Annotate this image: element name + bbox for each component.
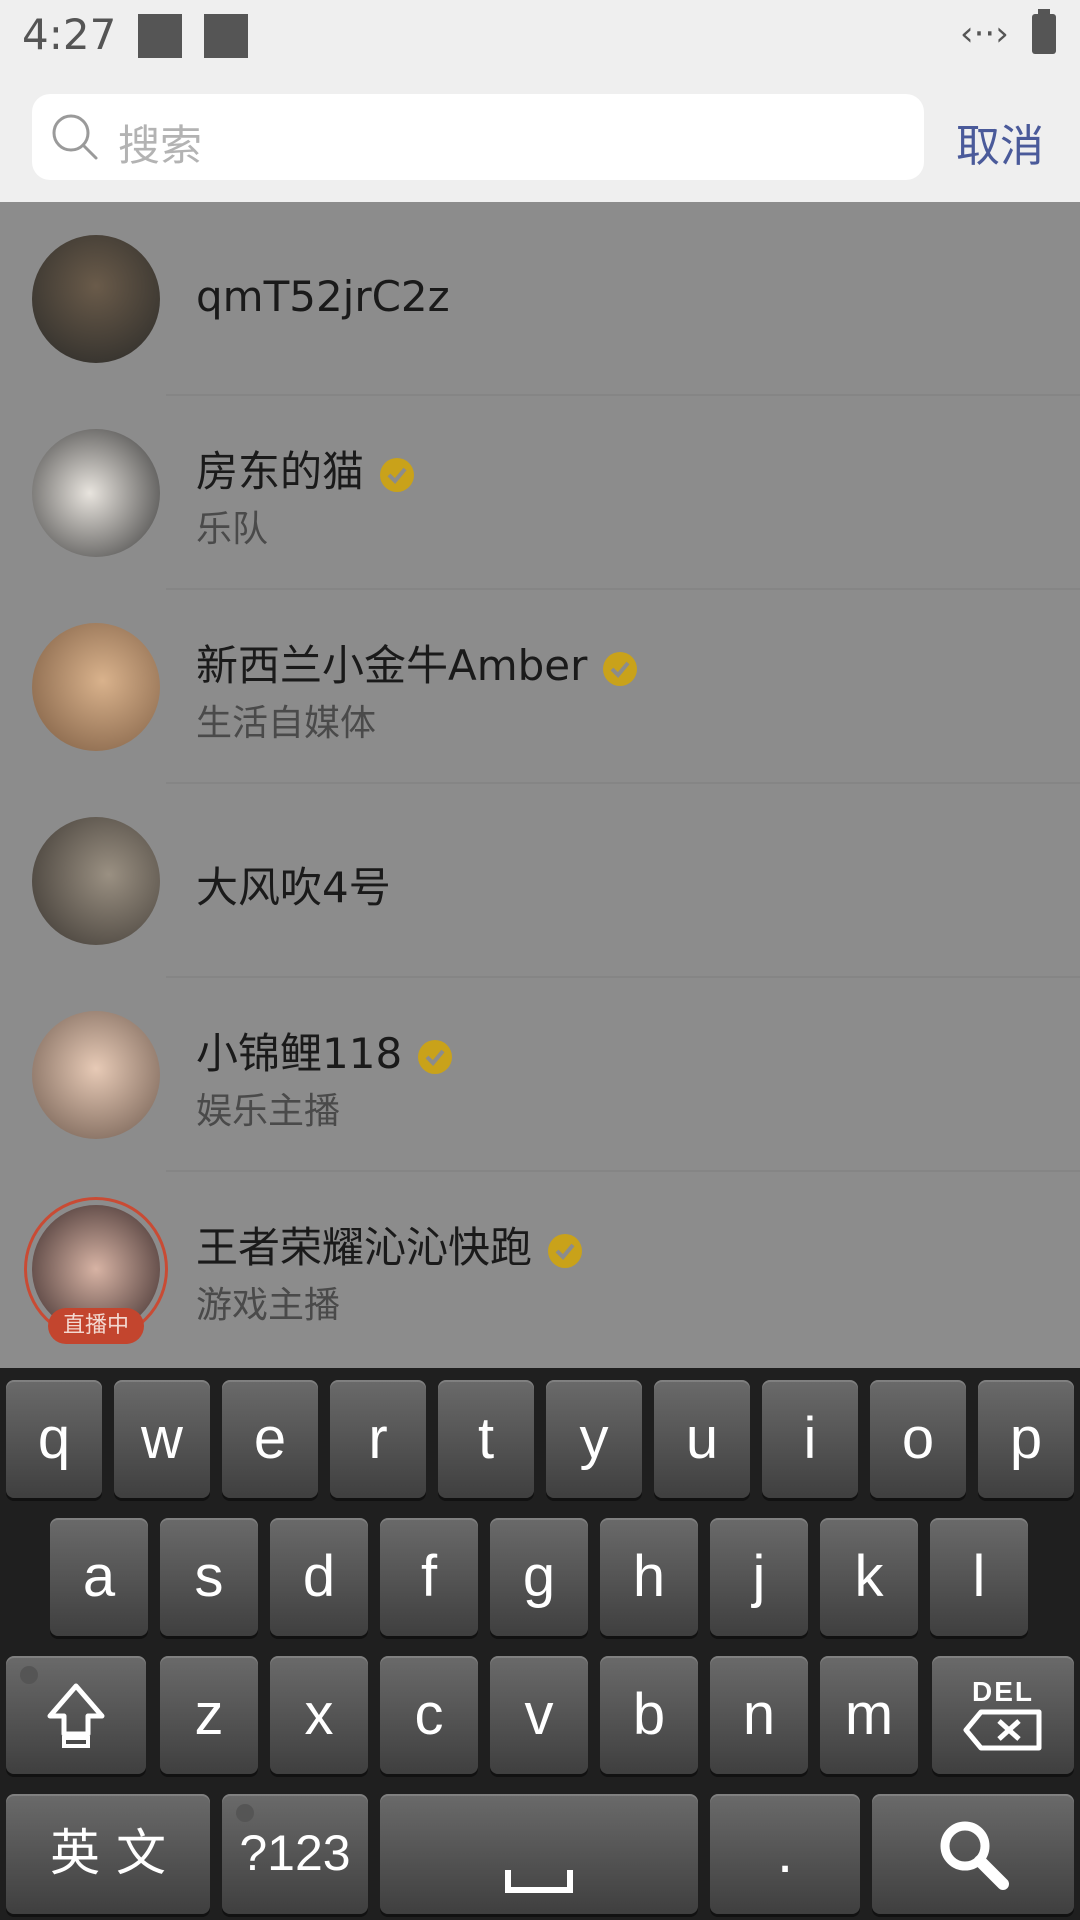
list-item[interactable]: 大风吹4号 — [0, 784, 1080, 978]
avatar — [32, 235, 160, 363]
avatar — [32, 1011, 160, 1139]
list-item[interactable]: qmT52jrC2z — [0, 202, 1080, 396]
verified-icon — [548, 1233, 583, 1268]
list-item[interactable]: 直播中 王者荣耀沁沁快跑 游戏主播 — [0, 1172, 1080, 1366]
key-t[interactable]: t — [438, 1380, 534, 1498]
cancel-button[interactable]: 取消 — [956, 110, 1044, 174]
key-o[interactable]: o — [870, 1380, 966, 1498]
search-placeholder: 搜索 — [118, 121, 203, 170]
search-icon — [940, 1821, 1009, 1890]
avatar — [32, 817, 160, 945]
key-v[interactable]: v — [490, 1656, 588, 1774]
user-name: 大风吹4号 — [196, 863, 391, 912]
notification-icon — [138, 14, 182, 58]
search-bar: 搜索 取消 — [0, 80, 1080, 202]
key-u[interactable]: u — [654, 1380, 750, 1498]
verified-icon — [418, 1039, 453, 1074]
key-a[interactable]: a — [50, 1518, 148, 1636]
key-q[interactable]: q — [6, 1380, 102, 1498]
key-s[interactable]: s — [160, 1518, 258, 1636]
list-item[interactable]: 新西兰小金牛Amber 生活自媒体 — [0, 590, 1080, 784]
key-f[interactable]: f — [380, 1518, 478, 1636]
shift-key[interactable] — [6, 1656, 146, 1774]
user-name: 新西兰小金牛Amber — [196, 632, 639, 693]
verified-icon — [380, 457, 415, 492]
space-icon — [505, 1870, 573, 1893]
period-key[interactable]: . — [710, 1794, 860, 1914]
status-time: 4:27 — [22, 10, 117, 59]
user-name: 王者荣耀沁沁快跑 — [196, 1214, 584, 1275]
space-key[interactable] — [380, 1794, 698, 1914]
key-z[interactable]: z — [160, 1656, 258, 1774]
list-item[interactable]: 小锦鲤118 娱乐主播 — [0, 978, 1080, 1172]
key-e[interactable]: e — [222, 1380, 318, 1498]
user-subtitle: 乐队 — [196, 509, 269, 550]
key-p[interactable]: p — [978, 1380, 1074, 1498]
notification-icon — [204, 14, 248, 58]
key-l[interactable]: l — [930, 1518, 1028, 1636]
backspace-icon — [963, 1709, 1042, 1751]
user-subtitle: 游戏主播 — [196, 1285, 341, 1326]
user-subtitle: 娱乐主播 — [196, 1091, 341, 1132]
key-k[interactable]: k — [820, 1518, 918, 1636]
user-name: 小锦鲤118 — [196, 1020, 454, 1081]
key-i[interactable]: i — [762, 1380, 858, 1498]
status-bar: 4:27 ‹··› — [0, 0, 1080, 80]
avatar — [32, 623, 160, 751]
battery-icon — [1032, 9, 1056, 54]
delete-label: DEL — [972, 1676, 1034, 1707]
key-y[interactable]: y — [546, 1380, 642, 1498]
user-name: qmT52jrC2z — [196, 272, 450, 321]
key-c[interactable]: c — [380, 1656, 478, 1774]
key-d[interactable]: d — [270, 1518, 368, 1636]
user-name: 房东的猫 — [196, 438, 416, 499]
key-j[interactable]: j — [710, 1518, 808, 1636]
key-b[interactable]: b — [600, 1656, 698, 1774]
indicator-dot — [236, 1804, 254, 1822]
key-x[interactable]: x — [270, 1656, 368, 1774]
list-item[interactable]: 房东的猫 乐队 — [0, 396, 1080, 590]
verified-icon — [603, 651, 638, 686]
live-badge: 直播中 — [48, 1308, 144, 1344]
avatar — [32, 429, 160, 557]
user-subtitle: 生活自媒体 — [196, 703, 377, 744]
delete-key[interactable]: DEL — [932, 1656, 1074, 1774]
key-h[interactable]: h — [600, 1518, 698, 1636]
key-w[interactable]: w — [114, 1380, 210, 1498]
indicator-dot — [20, 1666, 38, 1684]
symbols-key[interactable]: ?123 — [222, 1794, 368, 1914]
key-n[interactable]: n — [710, 1656, 808, 1774]
code-icon: ‹··› — [960, 14, 1009, 54]
search-input[interactable]: 搜索 — [32, 94, 924, 180]
search-results: qmT52jrC2z 房东的猫 乐队 新西兰小金牛Amber 生活自媒体 大风吹… — [0, 202, 1080, 1368]
key-m[interactable]: m — [820, 1656, 918, 1774]
keyboard: q w e r t y u i o p a s d f g h j k l z … — [0, 1368, 1080, 1920]
key-r[interactable]: r — [330, 1380, 426, 1498]
shift-icon — [47, 1683, 105, 1748]
key-g[interactable]: g — [490, 1518, 588, 1636]
search-key[interactable] — [872, 1794, 1074, 1914]
language-key[interactable]: 英 文 — [6, 1794, 210, 1914]
search-icon — [52, 114, 98, 160]
